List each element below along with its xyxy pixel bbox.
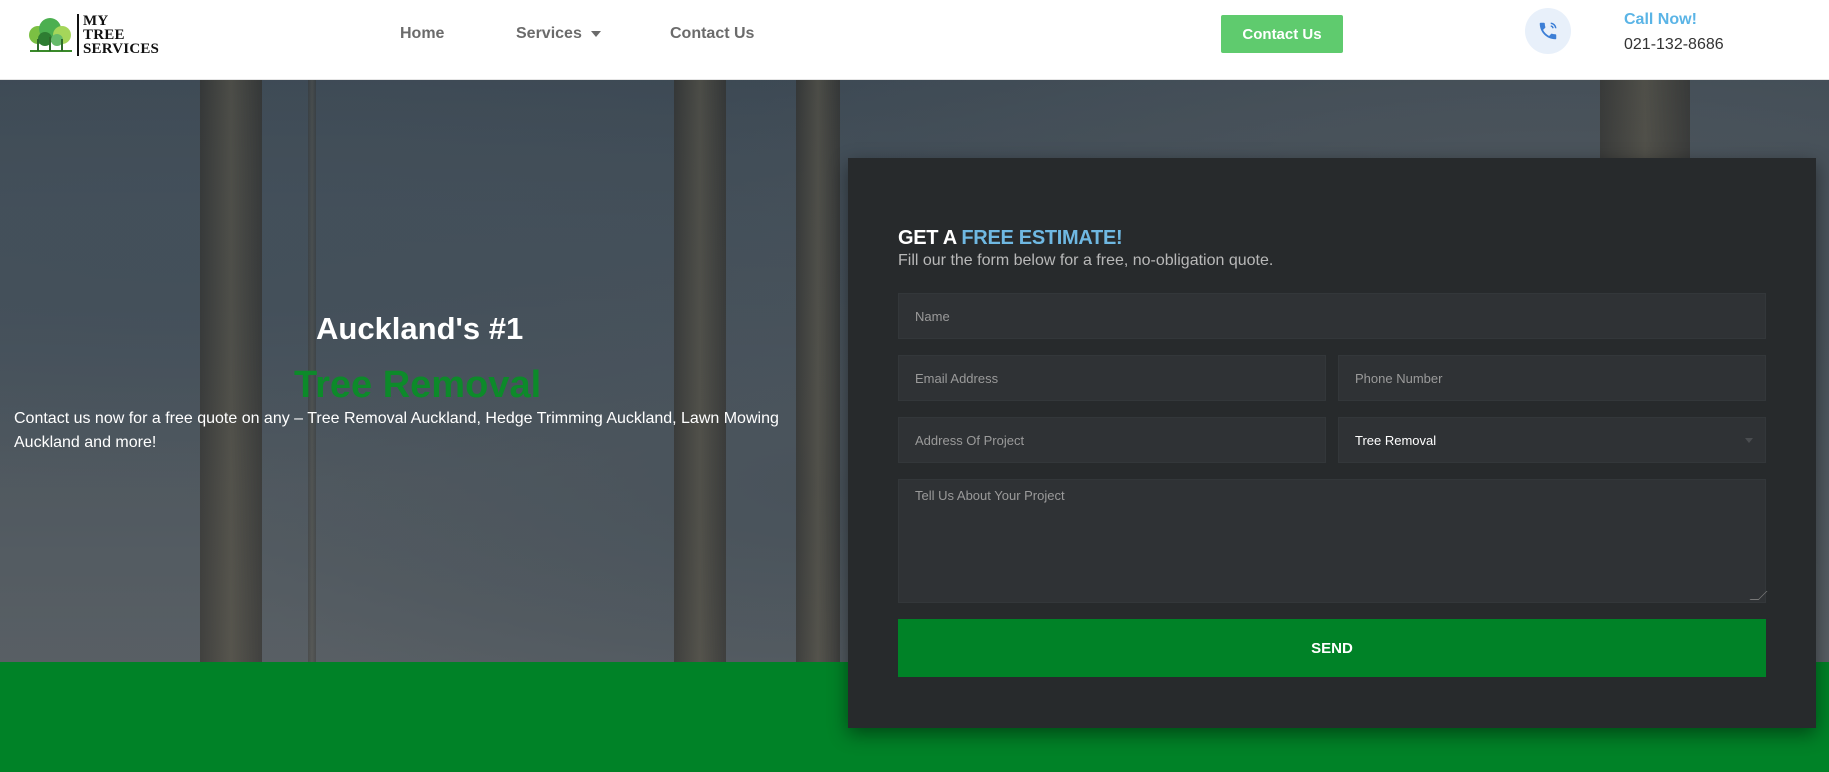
nav-item-home[interactable]: Home bbox=[400, 0, 444, 68]
logo-text-line: MY bbox=[83, 13, 109, 29]
phone-number[interactable]: 021-132-8686 bbox=[1624, 36, 1724, 54]
chevron-down-icon bbox=[1745, 438, 1753, 443]
logo-wordmark: MY TREE SERVICES bbox=[77, 13, 160, 57]
form-subtitle: Fill our the form below for a free, no-o… bbox=[898, 252, 1274, 269]
nav-link-contact[interactable]: Contact Us bbox=[670, 25, 754, 43]
hero-background-tree bbox=[1600, 79, 1690, 159]
phone-field[interactable]: Phone Number bbox=[1338, 355, 1766, 401]
hero-background-tree bbox=[200, 79, 262, 662]
service-select-value: Tree Removal bbox=[1355, 432, 1437, 448]
tree-logo-icon bbox=[29, 18, 72, 52]
site-logo[interactable]: MY TREE SERVICES bbox=[28, 12, 176, 58]
email-field[interactable]: Email Address bbox=[898, 355, 1326, 401]
phone-icon-circle[interactable] bbox=[1525, 8, 1571, 54]
form-title-accent: FREE ESTIMATE! bbox=[961, 227, 1123, 249]
nav-link-home[interactable]: Home bbox=[400, 25, 444, 43]
form-title-prefix: GET A bbox=[898, 227, 962, 249]
hero-description: Contact us now for a free quote on any –… bbox=[14, 410, 779, 451]
chevron-down-icon[interactable] bbox=[590, 31, 601, 37]
phone-icon bbox=[1539, 22, 1557, 40]
contact-us-button[interactable]: Contact Us bbox=[1221, 15, 1343, 53]
nav-item-services[interactable]: Services bbox=[516, 0, 601, 68]
estimate-form: GET A FREE ESTIMATE! Fill our the form b… bbox=[848, 158, 1816, 728]
send-button[interactable]: SEND bbox=[898, 619, 1766, 677]
hero-subheading: Tree Removal bbox=[294, 364, 542, 406]
logo-text-line: SERVICES bbox=[83, 41, 160, 57]
site-header: MY TREE SERVICES Home Services Contact U… bbox=[0, 0, 1829, 80]
resize-handle-icon[interactable] bbox=[1749, 591, 1768, 600]
message-textarea[interactable]: Tell Us About Your Project bbox=[898, 479, 1768, 603]
hero-heading: Auckland's #1 bbox=[316, 311, 524, 346]
call-now-label: Call Now! bbox=[1624, 11, 1697, 28]
service-select[interactable]: Tree Removal bbox=[1338, 417, 1766, 463]
address-field[interactable]: Address Of Project bbox=[898, 417, 1326, 463]
name-field[interactable]: Name bbox=[898, 293, 1766, 339]
nav-link-services[interactable]: Services bbox=[516, 25, 582, 43]
logo-text-line: TREE bbox=[83, 27, 125, 43]
hero-background-tree bbox=[674, 79, 726, 662]
nav-item-contact[interactable]: Contact Us bbox=[670, 0, 754, 68]
hero-background-tree bbox=[796, 79, 840, 662]
form-title: GET A FREE ESTIMATE! bbox=[898, 227, 1123, 250]
message-placeholder: Tell Us About Your Project bbox=[915, 488, 1065, 503]
